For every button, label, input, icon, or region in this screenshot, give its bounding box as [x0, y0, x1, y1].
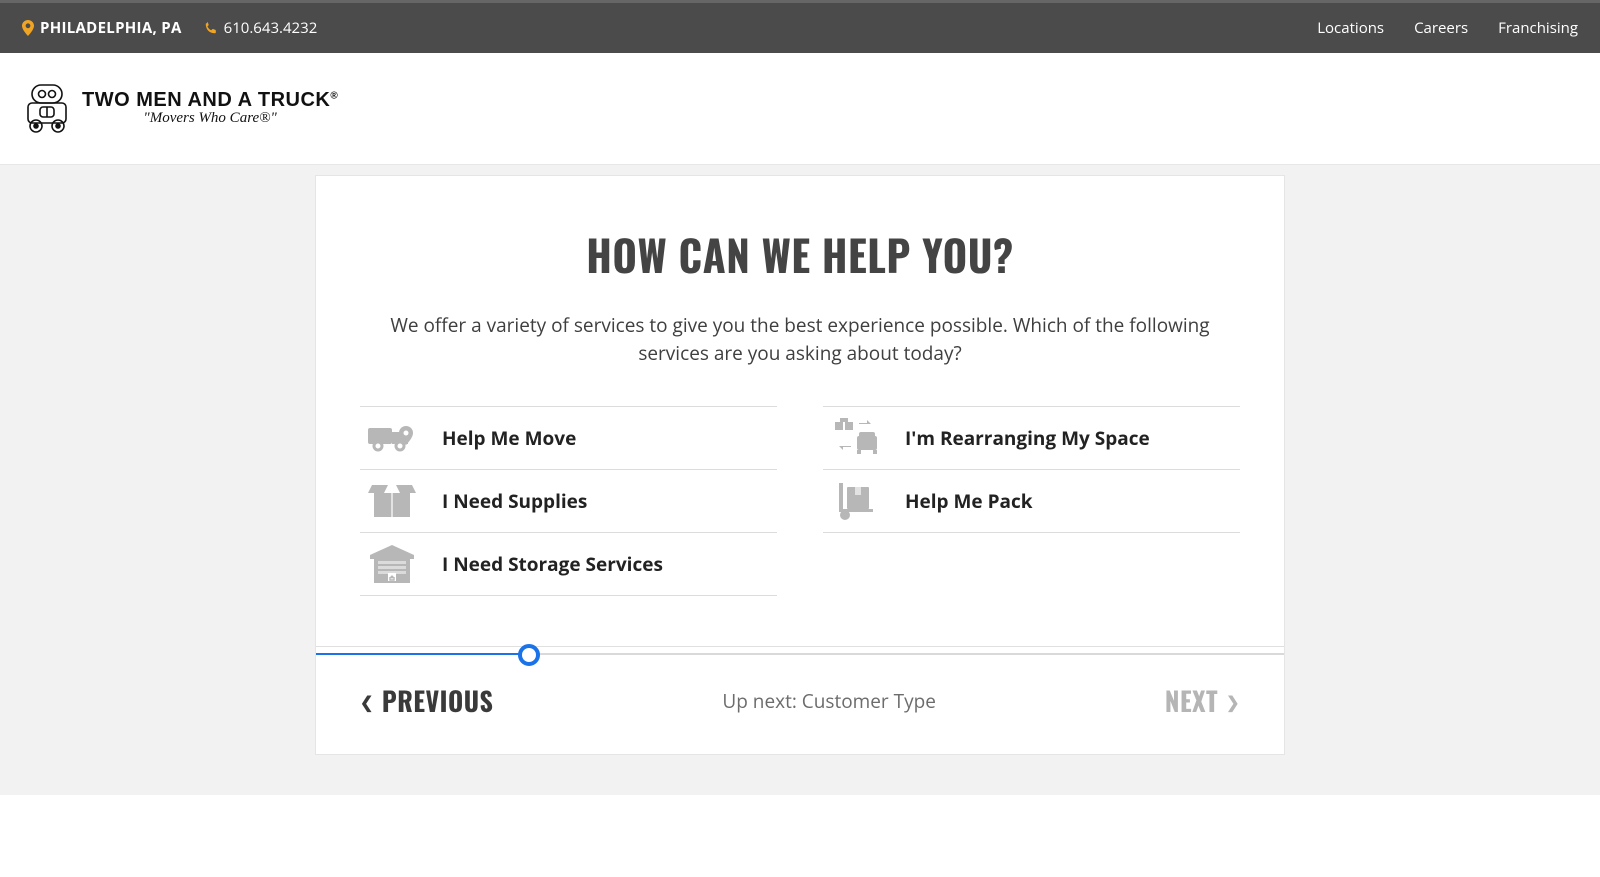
page-subtitle: We offer a variety of services to give y…	[370, 312, 1230, 367]
page-body: HOW CAN WE HELP YOU? We offer a variety …	[0, 165, 1600, 795]
option-label: I Need Supplies	[442, 488, 587, 514]
location-display[interactable]: PHILADELPHIA, PA	[22, 18, 182, 38]
page-title: HOW CAN WE HELP YOU?	[316, 224, 1284, 286]
location-pin-icon	[22, 20, 34, 36]
location-text: PHILADELPHIA, PA	[40, 18, 182, 38]
option-help-me-move[interactable]: Help Me Move	[360, 406, 777, 470]
previous-label: PREVIOUS	[382, 681, 493, 720]
option-label: Help Me Move	[442, 425, 576, 451]
brand-name: TWO MEN AND A TRUCK	[82, 89, 330, 111]
brand-logo[interactable]: TWO MEN AND A TRUCK® "Movers Who Care®"	[22, 79, 338, 139]
progress-knob[interactable]	[518, 644, 540, 666]
nav-link-careers[interactable]: Careers	[1414, 18, 1468, 38]
rearrange-icon	[829, 418, 881, 458]
brand-registered: ®	[330, 90, 338, 101]
truck-logo-icon	[22, 79, 72, 139]
progress-section: ❮ PREVIOUS Up next: Customer Type NEXT ❯	[316, 646, 1284, 754]
storage-unit-icon	[366, 543, 418, 585]
chevron-right-icon: ❯	[1226, 689, 1240, 713]
phone-text: 610.643.4232	[224, 18, 318, 38]
next-button[interactable]: NEXT ❯	[1165, 681, 1240, 720]
option-supplies[interactable]: I Need Supplies	[360, 469, 777, 533]
next-label: NEXT	[1165, 681, 1218, 720]
dolly-icon	[829, 481, 881, 521]
utility-bar: PHILADELPHIA, PA 610.643.4232 Locations …	[0, 3, 1600, 53]
progress-fill	[316, 653, 529, 655]
phone-display[interactable]: 610.643.4232	[204, 18, 318, 38]
truck-pin-icon	[366, 420, 418, 456]
option-rearranging[interactable]: I'm Rearranging My Space	[823, 406, 1240, 470]
brand-tagline: "Movers Who Care®"	[82, 111, 338, 127]
nav-link-franchising[interactable]: Franchising	[1498, 18, 1578, 38]
option-label: I Need Storage Services	[442, 551, 663, 577]
phone-icon	[204, 21, 218, 35]
option-storage[interactable]: I Need Storage Services	[360, 532, 777, 596]
service-options: Help Me Move I'm Rearranging My Space I …	[316, 407, 1284, 596]
option-pack[interactable]: Help Me Pack	[823, 469, 1240, 533]
previous-button[interactable]: ❮ PREVIOUS	[360, 681, 493, 720]
wizard-card: HOW CAN WE HELP YOU? We offer a variety …	[315, 175, 1285, 755]
progress-bar[interactable]	[316, 647, 1284, 661]
option-label: I'm Rearranging My Space	[905, 425, 1150, 451]
site-header: TWO MEN AND A TRUCK® "Movers Who Care®"	[0, 53, 1600, 165]
up-next-text: Up next: Customer Type	[722, 688, 936, 714]
box-open-icon	[366, 481, 418, 521]
nav-link-locations[interactable]: Locations	[1317, 18, 1384, 38]
chevron-left-icon: ❮	[360, 689, 374, 713]
option-label: Help Me Pack	[905, 488, 1033, 514]
